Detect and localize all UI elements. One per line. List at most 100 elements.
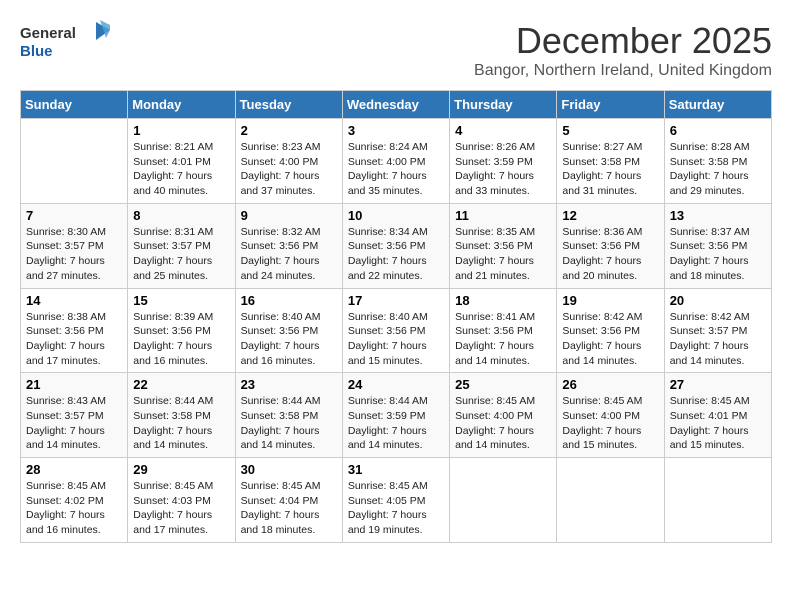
calendar-cell: 3 Sunrise: 8:24 AMSunset: 4:00 PMDayligh… (342, 119, 449, 204)
day-number: 7 (26, 208, 122, 223)
day-header: Thursday (450, 91, 557, 119)
cell-info: Sunrise: 8:21 AMSunset: 4:01 PMDaylight:… (133, 141, 213, 197)
calendar-cell: 9 Sunrise: 8:32 AMSunset: 3:56 PMDayligh… (235, 203, 342, 288)
day-number: 28 (26, 462, 122, 477)
cell-info: Sunrise: 8:44 AMSunset: 3:58 PMDaylight:… (241, 395, 321, 451)
day-number: 13 (670, 208, 766, 223)
cell-info: Sunrise: 8:44 AMSunset: 3:58 PMDaylight:… (133, 395, 213, 451)
calendar-cell: 13 Sunrise: 8:37 AMSunset: 3:56 PMDaylig… (664, 203, 771, 288)
day-number: 21 (26, 377, 122, 392)
cell-info: Sunrise: 8:44 AMSunset: 3:59 PMDaylight:… (348, 395, 428, 451)
day-number: 20 (670, 293, 766, 308)
cell-info: Sunrise: 8:45 AMSunset: 4:02 PMDaylight:… (26, 480, 106, 536)
calendar-cell: 31 Sunrise: 8:45 AMSunset: 4:05 PMDaylig… (342, 458, 449, 543)
day-number: 29 (133, 462, 229, 477)
cell-info: Sunrise: 8:28 AMSunset: 3:58 PMDaylight:… (670, 141, 750, 197)
day-number: 15 (133, 293, 229, 308)
cell-info: Sunrise: 8:45 AMSunset: 4:04 PMDaylight:… (241, 480, 321, 536)
cell-info: Sunrise: 8:26 AMSunset: 3:59 PMDaylight:… (455, 141, 535, 197)
week-row: 28 Sunrise: 8:45 AMSunset: 4:02 PMDaylig… (21, 458, 772, 543)
day-header: Sunday (21, 91, 128, 119)
title-block: December 2025 Bangor, Northern Ireland, … (474, 20, 772, 80)
cell-info: Sunrise: 8:36 AMSunset: 3:56 PMDaylight:… (562, 226, 642, 282)
day-number: 2 (241, 123, 337, 138)
calendar-cell: 22 Sunrise: 8:44 AMSunset: 3:58 PMDaylig… (128, 373, 235, 458)
svg-text:General: General (20, 25, 76, 42)
cell-info: Sunrise: 8:42 AMSunset: 3:57 PMDaylight:… (670, 311, 750, 367)
day-number: 19 (562, 293, 658, 308)
calendar-cell: 20 Sunrise: 8:42 AMSunset: 3:57 PMDaylig… (664, 288, 771, 373)
calendar-cell: 4 Sunrise: 8:26 AMSunset: 3:59 PMDayligh… (450, 119, 557, 204)
cell-info: Sunrise: 8:31 AMSunset: 3:57 PMDaylight:… (133, 226, 213, 282)
day-number: 18 (455, 293, 551, 308)
day-number: 1 (133, 123, 229, 138)
day-number: 17 (348, 293, 444, 308)
calendar-cell: 11 Sunrise: 8:35 AMSunset: 3:56 PMDaylig… (450, 203, 557, 288)
day-header: Tuesday (235, 91, 342, 119)
day-number: 27 (670, 377, 766, 392)
page-header: General Blue December 2025 Bangor, North… (20, 20, 772, 80)
calendar-cell: 30 Sunrise: 8:45 AMSunset: 4:04 PMDaylig… (235, 458, 342, 543)
cell-info: Sunrise: 8:38 AMSunset: 3:56 PMDaylight:… (26, 311, 106, 367)
cell-info: Sunrise: 8:39 AMSunset: 3:56 PMDaylight:… (133, 311, 213, 367)
calendar-cell: 16 Sunrise: 8:40 AMSunset: 3:56 PMDaylig… (235, 288, 342, 373)
calendar-cell: 2 Sunrise: 8:23 AMSunset: 4:00 PMDayligh… (235, 119, 342, 204)
day-number: 16 (241, 293, 337, 308)
calendar-cell (664, 458, 771, 543)
cell-info: Sunrise: 8:45 AMSunset: 4:00 PMDaylight:… (562, 395, 642, 451)
cell-info: Sunrise: 8:32 AMSunset: 3:56 PMDaylight:… (241, 226, 321, 282)
calendar-cell: 28 Sunrise: 8:45 AMSunset: 4:02 PMDaylig… (21, 458, 128, 543)
calendar-cell: 14 Sunrise: 8:38 AMSunset: 3:56 PMDaylig… (21, 288, 128, 373)
cell-info: Sunrise: 8:45 AMSunset: 4:00 PMDaylight:… (455, 395, 535, 451)
day-number: 24 (348, 377, 444, 392)
calendar-cell: 29 Sunrise: 8:45 AMSunset: 4:03 PMDaylig… (128, 458, 235, 543)
week-row: 1 Sunrise: 8:21 AMSunset: 4:01 PMDayligh… (21, 119, 772, 204)
cell-info: Sunrise: 8:42 AMSunset: 3:56 PMDaylight:… (562, 311, 642, 367)
day-number: 4 (455, 123, 551, 138)
day-number: 5 (562, 123, 658, 138)
day-number: 31 (348, 462, 444, 477)
day-number: 9 (241, 208, 337, 223)
day-number: 25 (455, 377, 551, 392)
calendar-cell: 26 Sunrise: 8:45 AMSunset: 4:00 PMDaylig… (557, 373, 664, 458)
calendar-cell: 17 Sunrise: 8:40 AMSunset: 3:56 PMDaylig… (342, 288, 449, 373)
calendar-cell: 7 Sunrise: 8:30 AMSunset: 3:57 PMDayligh… (21, 203, 128, 288)
day-number: 10 (348, 208, 444, 223)
day-number: 26 (562, 377, 658, 392)
day-number: 6 (670, 123, 766, 138)
cell-info: Sunrise: 8:37 AMSunset: 3:56 PMDaylight:… (670, 226, 750, 282)
calendar-cell: 6 Sunrise: 8:28 AMSunset: 3:58 PMDayligh… (664, 119, 771, 204)
cell-info: Sunrise: 8:24 AMSunset: 4:00 PMDaylight:… (348, 141, 428, 197)
day-header: Saturday (664, 91, 771, 119)
cell-info: Sunrise: 8:30 AMSunset: 3:57 PMDaylight:… (26, 226, 106, 282)
calendar-cell (557, 458, 664, 543)
cell-info: Sunrise: 8:45 AMSunset: 4:01 PMDaylight:… (670, 395, 750, 451)
cell-info: Sunrise: 8:43 AMSunset: 3:57 PMDaylight:… (26, 395, 106, 451)
calendar-cell: 12 Sunrise: 8:36 AMSunset: 3:56 PMDaylig… (557, 203, 664, 288)
week-row: 21 Sunrise: 8:43 AMSunset: 3:57 PMDaylig… (21, 373, 772, 458)
cell-info: Sunrise: 8:35 AMSunset: 3:56 PMDaylight:… (455, 226, 535, 282)
calendar-cell: 10 Sunrise: 8:34 AMSunset: 3:56 PMDaylig… (342, 203, 449, 288)
day-number: 3 (348, 123, 444, 138)
day-number: 8 (133, 208, 229, 223)
calendar-cell: 25 Sunrise: 8:45 AMSunset: 4:00 PMDaylig… (450, 373, 557, 458)
day-number: 11 (455, 208, 551, 223)
cell-info: Sunrise: 8:40 AMSunset: 3:56 PMDaylight:… (241, 311, 321, 367)
cell-info: Sunrise: 8:45 AMSunset: 4:05 PMDaylight:… (348, 480, 428, 536)
day-header: Friday (557, 91, 664, 119)
calendar-cell: 27 Sunrise: 8:45 AMSunset: 4:01 PMDaylig… (664, 373, 771, 458)
cell-info: Sunrise: 8:34 AMSunset: 3:56 PMDaylight:… (348, 226, 428, 282)
day-number: 22 (133, 377, 229, 392)
header-row: SundayMondayTuesdayWednesdayThursdayFrid… (21, 91, 772, 119)
week-row: 14 Sunrise: 8:38 AMSunset: 3:56 PMDaylig… (21, 288, 772, 373)
calendar-cell: 19 Sunrise: 8:42 AMSunset: 3:56 PMDaylig… (557, 288, 664, 373)
calendar-cell: 21 Sunrise: 8:43 AMSunset: 3:57 PMDaylig… (21, 373, 128, 458)
calendar-cell: 5 Sunrise: 8:27 AMSunset: 3:58 PMDayligh… (557, 119, 664, 204)
calendar-cell: 8 Sunrise: 8:31 AMSunset: 3:57 PMDayligh… (128, 203, 235, 288)
day-number: 14 (26, 293, 122, 308)
svg-text:Blue: Blue (20, 43, 53, 60)
location: Bangor, Northern Ireland, United Kingdom (474, 62, 772, 80)
calendar-cell (21, 119, 128, 204)
calendar-cell: 23 Sunrise: 8:44 AMSunset: 3:58 PMDaylig… (235, 373, 342, 458)
day-header: Wednesday (342, 91, 449, 119)
